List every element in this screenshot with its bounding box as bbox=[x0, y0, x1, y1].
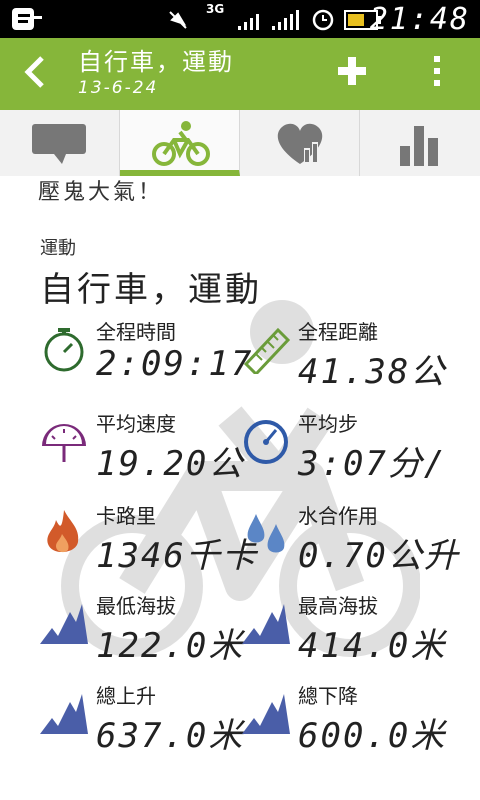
page-title: 自行車，運動 bbox=[78, 48, 234, 76]
stopwatch-icon bbox=[44, 328, 84, 372]
mountain-icon bbox=[40, 694, 88, 734]
stat-value: 1346千卡 bbox=[96, 536, 258, 576]
heart-chart-icon bbox=[277, 123, 323, 164]
network-type: 3G bbox=[206, 2, 225, 16]
signal-icon bbox=[238, 10, 299, 30]
stat-value: 19.20公 bbox=[96, 444, 245, 484]
stat-label: 卡路里 bbox=[96, 504, 156, 528]
stat-value: 3:07分/ bbox=[298, 444, 447, 484]
alarm-icon bbox=[312, 9, 334, 31]
speed-gauge-icon bbox=[42, 424, 86, 462]
pace-dial-icon bbox=[244, 420, 288, 464]
tab-statistics[interactable] bbox=[360, 110, 479, 176]
flame-icon bbox=[47, 510, 79, 553]
mute-icon bbox=[169, 11, 187, 29]
stat-value: 122.0米 bbox=[96, 626, 245, 666]
overflow-menu-button[interactable] bbox=[428, 56, 446, 92]
stat-label: 最低海拔 bbox=[96, 594, 176, 618]
stat-min-elevation: 最低海拔 122.0米 bbox=[40, 590, 242, 670]
workout-detail: 壓鬼大氣！ 運動 自行車，運動 全程時間 2:09:17 全程距離 41.38公 bbox=[0, 176, 480, 800]
stat-average-pace: 平均步 3:07分/ bbox=[242, 408, 444, 488]
stat-value: 0.70公升 bbox=[298, 536, 460, 576]
stat-value: 600.0米 bbox=[298, 716, 447, 756]
speech-bubble-icon bbox=[32, 124, 86, 164]
stat-label: 平均速度 bbox=[96, 412, 176, 436]
plus-icon bbox=[338, 57, 366, 85]
stat-total-time: 全程時間 2:09:17 bbox=[40, 316, 251, 396]
mountain-icon bbox=[242, 604, 290, 644]
stat-hydration: 水合作用 0.70公升 bbox=[242, 500, 458, 580]
stat-value: 2:09:17 bbox=[96, 344, 254, 384]
water-drops-icon bbox=[247, 514, 285, 553]
stat-calories: 卡路里 1346千卡 bbox=[40, 500, 256, 580]
tab-bar bbox=[0, 110, 480, 176]
stat-total-distance: 全程距離 41.38公 bbox=[242, 316, 444, 396]
action-bar: 自行車，運動 13-6-24 bbox=[0, 38, 480, 110]
stat-value: 637.0米 bbox=[96, 716, 245, 756]
tab-comments[interactable] bbox=[0, 110, 120, 176]
status-bar: 3G 21:48 bbox=[0, 0, 480, 38]
stat-total-descent: 總下降 600.0米 bbox=[242, 680, 444, 760]
clock: 21:48 bbox=[369, 2, 470, 37]
stat-max-elevation: 最高海拔 414.0米 bbox=[242, 590, 444, 670]
stat-total-ascent: 總上升 637.0米 bbox=[40, 680, 242, 760]
stat-value: 414.0米 bbox=[298, 626, 447, 666]
tab-heart-rate[interactable] bbox=[240, 110, 360, 176]
add-button[interactable] bbox=[338, 52, 366, 92]
stat-value: 41.38公 bbox=[298, 352, 447, 392]
mountain-icon bbox=[40, 604, 88, 644]
stat-label: 總上升 bbox=[96, 684, 156, 708]
tab-workout[interactable] bbox=[120, 110, 240, 176]
bar-chart-icon bbox=[400, 126, 438, 166]
mountain-icon bbox=[242, 694, 290, 734]
notification-icon bbox=[12, 8, 42, 30]
stat-average-speed: 平均速度 19.20公 bbox=[40, 408, 242, 488]
stat-label: 總下降 bbox=[298, 684, 358, 708]
comment-text: 壓鬼大氣！ bbox=[38, 180, 164, 205]
page-subtitle: 13-6-24 bbox=[78, 78, 159, 98]
stat-label: 全程距離 bbox=[298, 320, 378, 344]
bicycle-icon bbox=[152, 121, 210, 166]
stat-label: 全程時間 bbox=[96, 320, 176, 344]
section-label: 運動 bbox=[40, 238, 76, 259]
stat-label: 平均步 bbox=[298, 412, 358, 436]
ruler-icon bbox=[243, 327, 291, 374]
stat-label: 最高海拔 bbox=[298, 594, 378, 618]
chevron-left-icon bbox=[24, 56, 44, 88]
back-button[interactable] bbox=[22, 54, 46, 97]
stat-label: 水合作用 bbox=[298, 504, 378, 528]
